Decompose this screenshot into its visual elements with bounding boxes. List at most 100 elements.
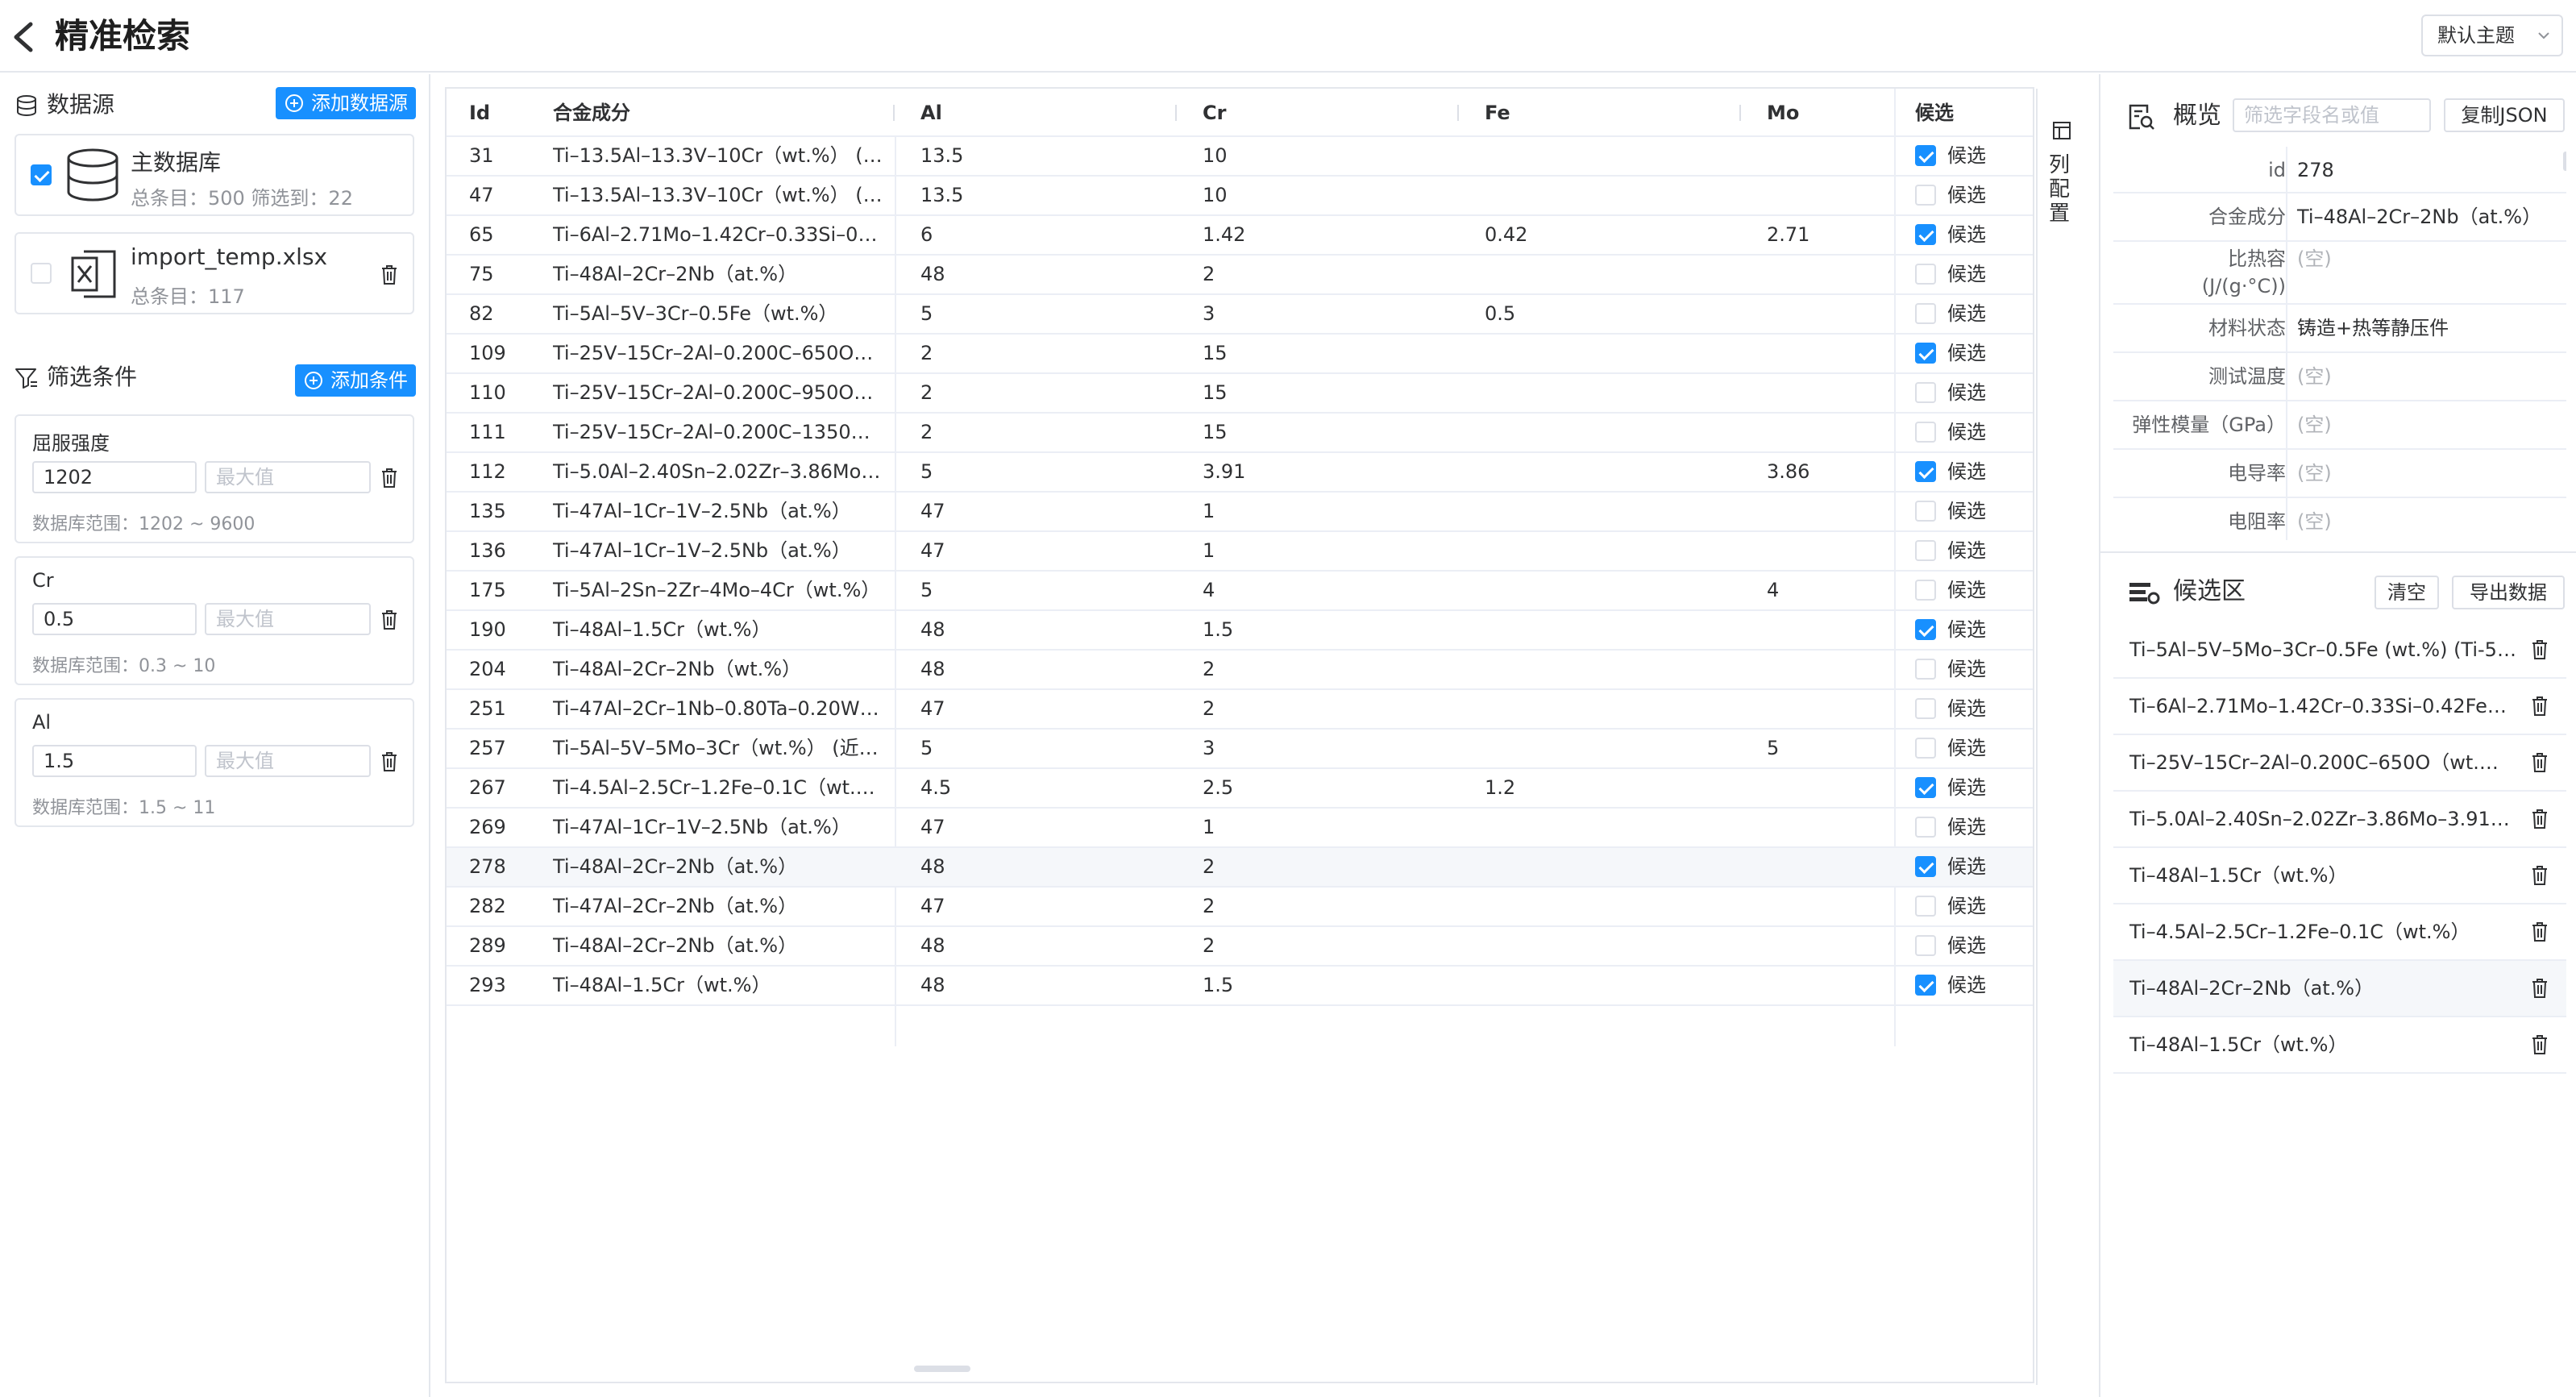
candidate-checkbox[interactable]	[1915, 382, 1936, 403]
trash-icon[interactable]	[2531, 921, 2549, 942]
trash-icon[interactable]	[2531, 978, 2549, 999]
column-header-cr[interactable]: Cr	[1203, 89, 1226, 137]
table-row[interactable]: 135 Ti–47Al–1Cr–1V–2.5Nb（at.%） 47 1 候选	[447, 493, 2033, 532]
overview-field-value: Ti–48Al–2Cr–2Nb（at.%）	[2297, 206, 2542, 228]
table-row[interactable]: 251 Ti–47Al–2Cr–1Nb–0.80Ta–0.20W–0.... 4…	[447, 690, 2033, 730]
table-row[interactable]: 278 Ti–48Al–2Cr–2Nb（at.%） 48 2 候选	[447, 848, 2033, 888]
filter-min-input[interactable]: 1202	[32, 461, 197, 493]
table-row[interactable]: 111 Ti–25V–15Cr–2Al–0.200C–1350O（... 2 1…	[447, 414, 2033, 453]
theme-select[interactable]: 默认主题	[2421, 15, 2563, 56]
trash-icon[interactable]	[2531, 752, 2549, 773]
datasource-card-import[interactable]: import_temp.xlsx 总条目：117	[15, 232, 414, 314]
candidate-checkbox[interactable]	[1915, 817, 1936, 838]
trash-icon[interactable]	[380, 264, 398, 285]
cell-fe	[1485, 651, 1726, 688]
table-row[interactable]: 110 Ti–25V–15Cr–2Al–0.200C–950O（w... 2 1…	[447, 374, 2033, 414]
cell-composition: Ti–4.5Al–2.5Cr–1.2Fe–0.1C（wt.%）	[553, 776, 883, 799]
candidate-item[interactable]: Ti–25V–15Cr–2Al–0.200C–650O（wt.%） (...	[2113, 735, 2566, 792]
table-row[interactable]: 282 Ti–47Al–2Cr–2Nb（at.%） 47 2 候选	[447, 888, 2033, 927]
candidate-item[interactable]: Ti–48Al–1.5Cr（wt.%）	[2113, 1017, 2566, 1074]
column-header-id[interactable]: Id	[469, 89, 490, 137]
overview-filter-input[interactable]: 筛选字段名或值	[2233, 98, 2431, 132]
column-header-mo[interactable]: Mo	[1767, 89, 1799, 137]
column-header-candidate[interactable]: 候选	[1915, 89, 1954, 137]
clear-candidates-button[interactable]: 清空	[2374, 576, 2439, 609]
candidate-checkbox[interactable]	[1915, 698, 1936, 719]
candidate-item[interactable]: Ti–5Al–5V–5Mo–3Cr–0.5Fe (wt.%) (Ti-5553.…	[2113, 622, 2566, 679]
table-row[interactable]: 267 Ti–4.5Al–2.5Cr–1.2Fe–0.1C（wt.%） 4.5 …	[447, 769, 2033, 809]
table-row[interactable]: 109 Ti–25V–15Cr–2Al–0.200C–650O（w... 2 1…	[447, 335, 2033, 374]
candidate-name: Ti–48Al–1.5Cr（wt.%）	[2129, 864, 2348, 887]
table-row[interactable]: 31 Ti–13.5Al–13.3V–10Cr（wt.%） (3... 13.5…	[447, 137, 2033, 177]
table-row[interactable]: 112 Ti–5.0Al–2.40Sn–2.02Zr–3.86Mo–3.... …	[447, 453, 2033, 493]
table-row[interactable]: 47 Ti–13.5Al–13.3V–10Cr（wt.%） (3... 13.5…	[447, 177, 2033, 216]
candidate-checkbox[interactable]	[1915, 422, 1936, 443]
trash-icon[interactable]	[380, 751, 398, 772]
candidate-checkbox[interactable]	[1915, 580, 1936, 601]
table-row[interactable]: 82 Ti–5Al–5V–3Cr–0.5Fe（wt.%） 5 3 0.5 候选	[447, 295, 2033, 335]
candidate-item[interactable]: Ti–48Al–1.5Cr（wt.%）	[2113, 848, 2566, 904]
candidate-checkbox[interactable]	[1915, 501, 1936, 522]
datasource-checkbox-main[interactable]	[31, 164, 52, 185]
candidate-checkbox[interactable]	[1915, 738, 1936, 759]
table-row[interactable]: 190 Ti–48Al–1.5Cr（wt.%） 48 1.5 候选	[447, 611, 2033, 651]
column-config-toggle[interactable]: 列配置	[2036, 89, 2081, 1385]
table-row[interactable]: 204 Ti–48Al–2Cr–2Nb（wt.%） 48 2 候选	[447, 651, 2033, 690]
filter-max-input[interactable]: 最大值	[205, 603, 371, 635]
candidate-checkbox[interactable]	[1915, 777, 1936, 798]
candidate-checkbox[interactable]	[1915, 540, 1936, 561]
column-header-fe[interactable]: Fe	[1485, 89, 1510, 137]
candidate-checkbox[interactable]	[1915, 185, 1936, 206]
column-resizer[interactable]	[1457, 105, 1459, 121]
candidate-checkbox[interactable]	[1915, 975, 1936, 996]
datasource-checkbox-import[interactable]	[31, 263, 52, 284]
candidate-checkbox[interactable]	[1915, 896, 1936, 917]
back-arrow-icon[interactable]	[10, 21, 39, 53]
candidate-checkbox[interactable]	[1915, 303, 1936, 324]
table-row[interactable]: 289 Ti–48Al–2Cr–2Nb（at.%） 48 2 候选	[447, 927, 2033, 967]
filter-min-input[interactable]: 1.5	[32, 745, 197, 777]
table-row[interactable]: 75 Ti–48Al–2Cr–2Nb（at.%） 48 2 候选	[447, 256, 2033, 295]
candidate-item[interactable]: Ti–48Al–2Cr–2Nb（at.%）	[2113, 961, 2566, 1017]
candidate-checkbox[interactable]	[1915, 461, 1936, 482]
candidate-checkbox[interactable]	[1915, 619, 1936, 640]
filter-min-input[interactable]: 0.5	[32, 603, 197, 635]
add-datasource-button[interactable]: 添加数据源	[276, 87, 416, 119]
column-resizer[interactable]	[1175, 105, 1177, 121]
trash-icon[interactable]	[2531, 1034, 2549, 1055]
table-row[interactable]: 293 Ti–48Al–1.5Cr（wt.%） 48 1.5 候选	[447, 967, 2033, 1006]
candidate-checkbox[interactable]	[1915, 856, 1936, 877]
table-row[interactable]: 257 Ti–5Al–5V–5Mo–3Cr（wt.%） (近β... 5 3 5…	[447, 730, 2033, 769]
candidate-item[interactable]: Ti–6Al–2.71Mo–1.42Cr–0.33Si–0.42Fe（wt.%.…	[2113, 679, 2566, 735]
table-row[interactable]: 269 Ti–47Al–1Cr–1V–2.5Nb（at.%） 47 1 候选	[447, 809, 2033, 848]
candidate-checkbox[interactable]	[1915, 935, 1936, 956]
cell-al: 48	[920, 618, 945, 641]
copy-json-button[interactable]: 复制JSON	[2444, 98, 2565, 132]
candidate-item[interactable]: Ti–5.0Al–2.40Sn–2.02Zr–3.86Mo–3.91Cr（wt.…	[2113, 792, 2566, 848]
filter-max-input[interactable]: 最大值	[205, 745, 371, 777]
table-row[interactable]: 136 Ti–47Al–1Cr–1V–2.5Nb（at.%） 47 1 候选	[447, 532, 2033, 572]
add-filter-button[interactable]: 添加条件	[295, 364, 416, 397]
table-row[interactable]: 65 Ti–6Al–2.71Mo–1.42Cr–0.33Si–0.42... 6…	[447, 216, 2033, 256]
candidate-checkbox[interactable]	[1915, 343, 1936, 364]
trash-icon[interactable]	[2531, 639, 2549, 660]
datasource-card-main[interactable]: 主数据库 总条目：500 筛选到：22	[15, 134, 414, 216]
column-header-al[interactable]: Al	[920, 89, 942, 137]
trash-icon[interactable]	[2531, 865, 2549, 886]
export-data-button[interactable]: 导出数据	[2452, 576, 2565, 609]
table-row[interactable]: 175 Ti–5Al–2Sn–2Zr–4Mo–4Cr（wt.%） 5 4 4 候…	[447, 572, 2033, 611]
candidate-checkbox[interactable]	[1915, 224, 1936, 245]
candidate-item[interactable]: Ti–4.5Al–2.5Cr–1.2Fe–0.1C（wt.%）	[2113, 904, 2566, 961]
column-header-composition[interactable]: 合金成分	[553, 89, 630, 137]
filter-max-input[interactable]: 最大值	[205, 461, 371, 493]
column-resizer[interactable]	[893, 105, 895, 121]
horizontal-scrollbar[interactable]	[914, 1366, 970, 1372]
candidate-checkbox[interactable]	[1915, 659, 1936, 680]
trash-icon[interactable]	[380, 468, 398, 489]
candidate-checkbox[interactable]	[1915, 145, 1936, 166]
trash-icon[interactable]	[2531, 696, 2549, 717]
candidate-checkbox[interactable]	[1915, 264, 1936, 285]
trash-icon[interactable]	[2531, 809, 2549, 829]
trash-icon[interactable]	[380, 609, 398, 630]
column-resizer[interactable]	[1739, 105, 1741, 121]
